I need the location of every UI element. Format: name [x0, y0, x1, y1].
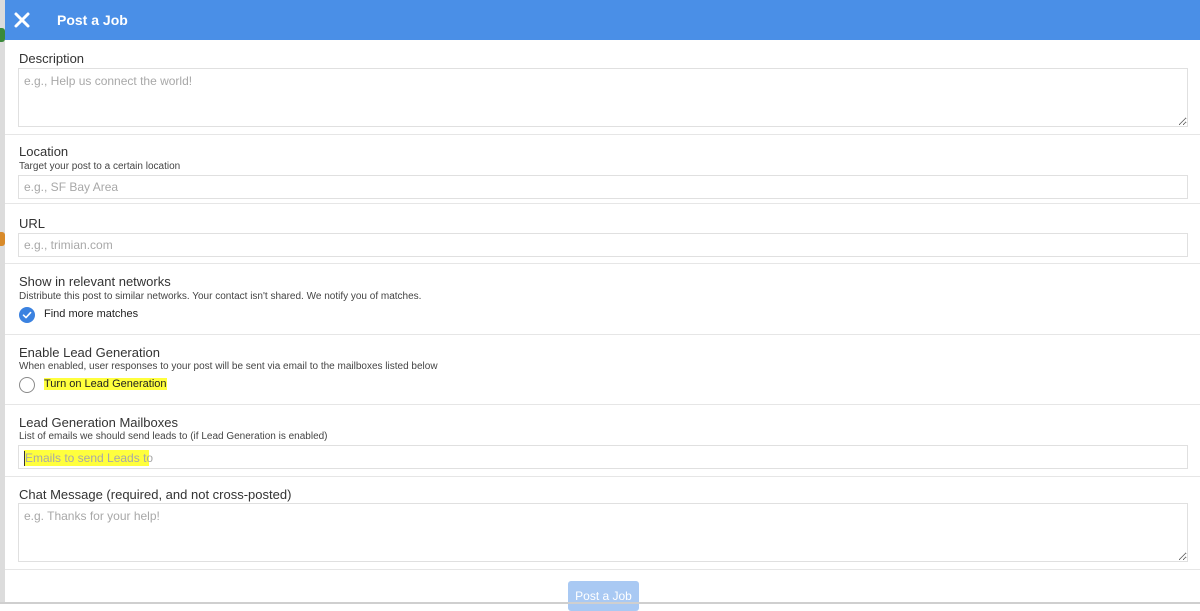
description-label: Description [19, 51, 85, 66]
location-label: Location [19, 144, 69, 159]
networks-section: Show in relevant networks Distribute thi… [5, 264, 1200, 335]
mailboxes-placeholder: Emails to send Leads to [25, 451, 154, 465]
url-field[interactable] [18, 233, 1188, 257]
post-job-form: Description Location Target your post to… [5, 40, 1200, 611]
mailboxes-section: Lead Generation Mailboxes List of emails… [5, 405, 1200, 477]
lead-generation-section: Enable Lead Generation When enabled, use… [5, 335, 1200, 405]
post-job-button[interactable]: Post a Job [568, 581, 639, 611]
close-button[interactable] [11, 9, 33, 31]
location-field[interactable] [18, 175, 1188, 199]
description-section: Description [5, 40, 1200, 135]
lead-generation-checkbox-label: Turn on Lead Generation [44, 378, 167, 390]
networks-hint: Distribute this post to similar networks… [19, 291, 422, 302]
find-more-matches-label: Find more matches [44, 308, 139, 320]
close-icon [14, 12, 30, 28]
page-title: Post a Job [57, 12, 128, 28]
lead-generation-hint: When enabled, user responses to your pos… [19, 361, 438, 372]
url-section: URL [5, 204, 1200, 264]
chat-message-field[interactable] [18, 503, 1188, 562]
location-hint: Target your post to a certain location [19, 161, 181, 172]
chat-message-section: Chat Message (required, and not cross-po… [5, 477, 1200, 570]
checkbox-unchecked-icon [19, 377, 35, 393]
chat-message-label: Chat Message (required, and not cross-po… [19, 487, 292, 502]
modal-header: Post a Job [5, 0, 1200, 40]
lead-generation-label: Enable Lead Generation [19, 345, 160, 360]
networks-label: Show in relevant networks [19, 274, 171, 289]
url-label: URL [19, 216, 46, 231]
location-section: Location Target your post to a certain l… [5, 135, 1200, 204]
checkbox-checked-icon [19, 307, 35, 323]
mailboxes-hint: List of emails we should send leads to (… [19, 431, 328, 442]
description-field[interactable] [18, 68, 1188, 127]
mailboxes-field[interactable]: Emails to send Leads to [18, 445, 1188, 469]
mailboxes-label: Lead Generation Mailboxes [19, 415, 178, 430]
